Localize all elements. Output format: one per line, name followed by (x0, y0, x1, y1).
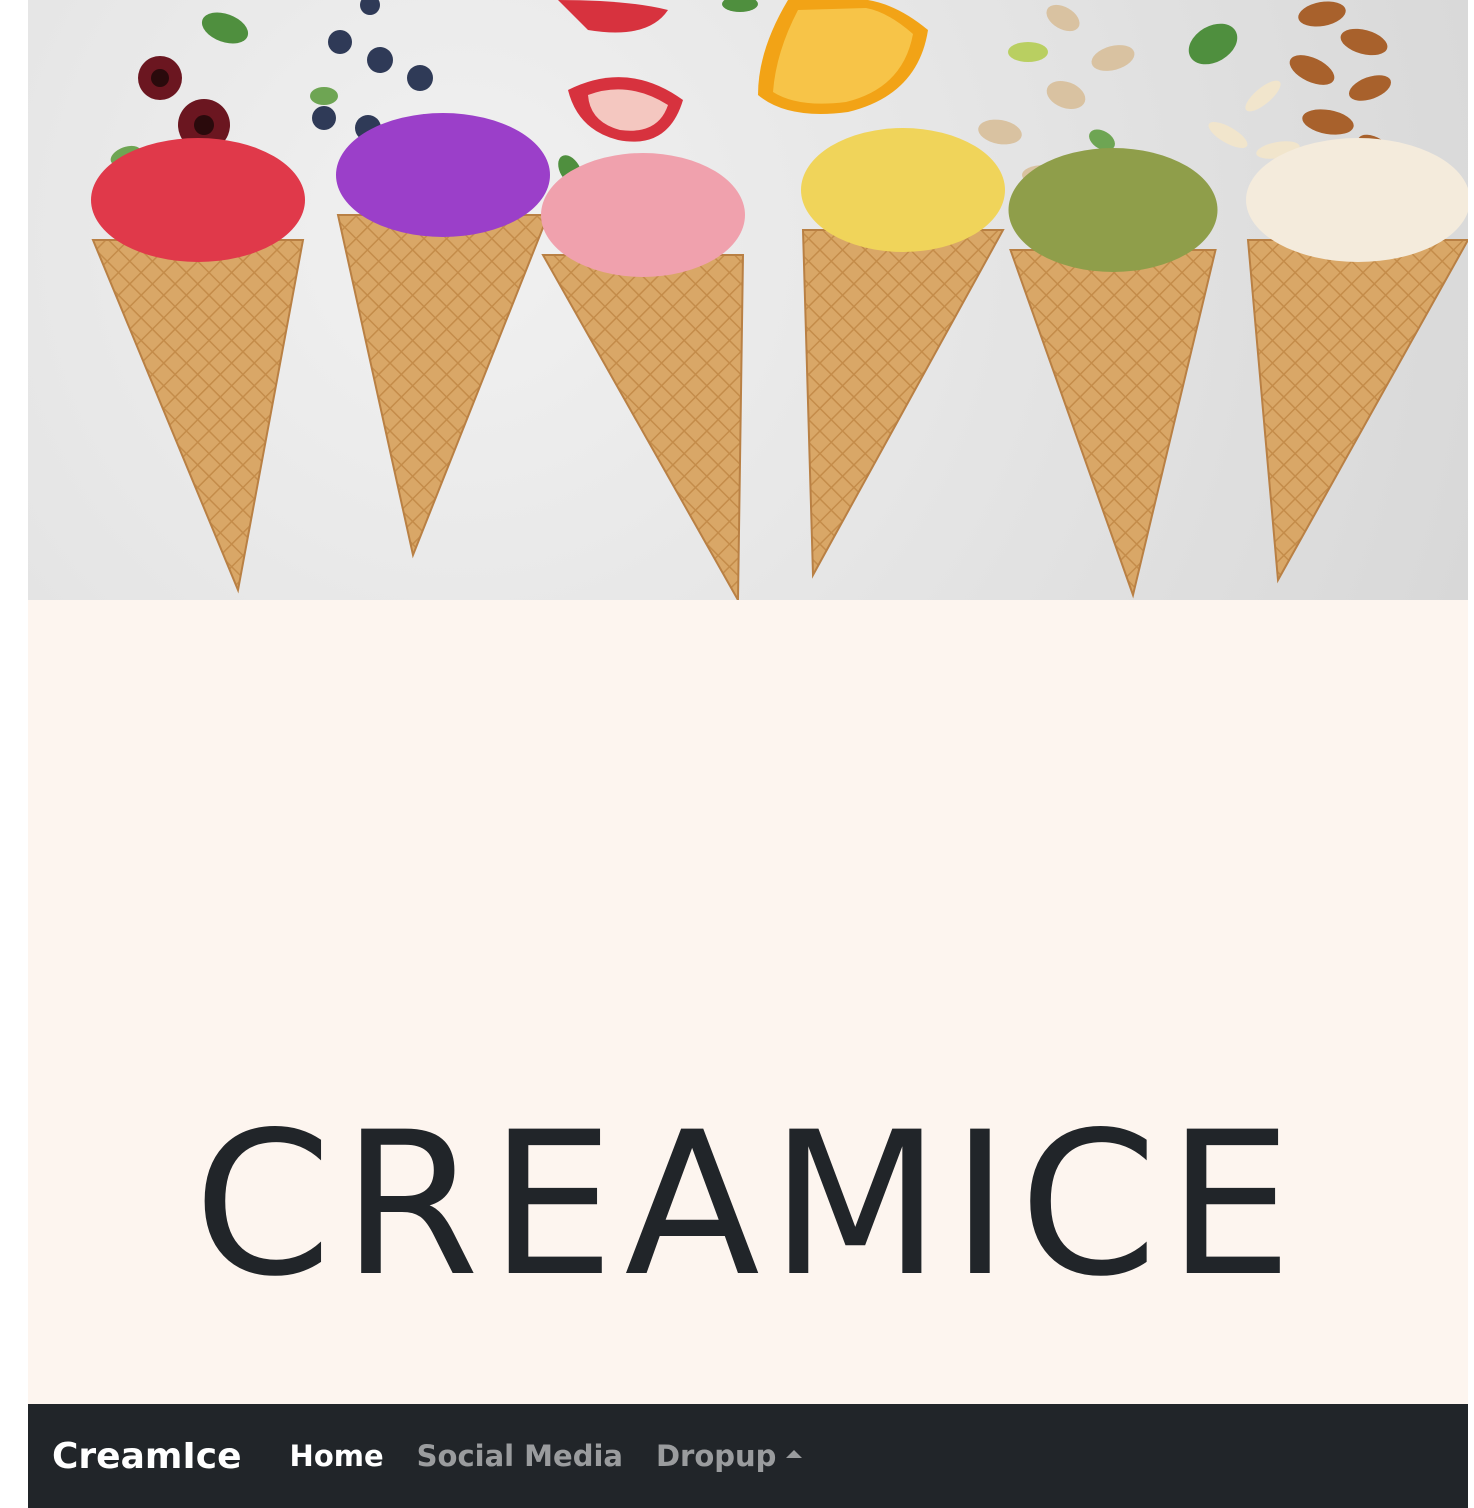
page-title: CREAMICE (193, 1089, 1303, 1320)
caret-up-icon (786, 1450, 803, 1458)
nav-item-social-media: Social Media (417, 1439, 656, 1473)
nav-link-home[interactable]: Home (290, 1439, 384, 1473)
ice-cream-cones-illustration (91, 0, 1468, 600)
waffle-cone (1009, 249, 1217, 599)
nav-link-dropup[interactable]: Dropup (655, 1439, 803, 1473)
nav-item-home: Home (290, 1439, 417, 1473)
ice-cream-scoop-cherry (91, 138, 305, 262)
nav-list: Home Social Media Dropup (290, 1439, 836, 1473)
nav-item-dropup: Dropup (656, 1439, 835, 1473)
ice-cream-scoop-pistachio (1008, 148, 1218, 272)
waffle-cone (801, 229, 1005, 579)
ice-cream-scoop-mango (801, 128, 1005, 252)
ice-cream-scoop-blueberry (336, 113, 550, 237)
ice-cream-scoop-strawberry (541, 153, 745, 277)
waffle-cone (541, 254, 745, 600)
page: CREAMICE CreamIce Home Social Media Drop… (28, 0, 1468, 1508)
dropup-label: Dropup (655, 1439, 777, 1473)
bottom-navbar: CreamIce Home Social Media Dropup (28, 1404, 1468, 1508)
ice-cream-scoop-almond (1246, 138, 1468, 262)
hero-image (28, 0, 1468, 600)
navbar-brand[interactable]: CreamIce (52, 1436, 242, 1477)
nav-link-social-media[interactable]: Social Media (417, 1439, 623, 1473)
waffle-cone (91, 239, 305, 594)
waffle-cone (336, 214, 550, 559)
waffle-cone (1246, 239, 1468, 584)
